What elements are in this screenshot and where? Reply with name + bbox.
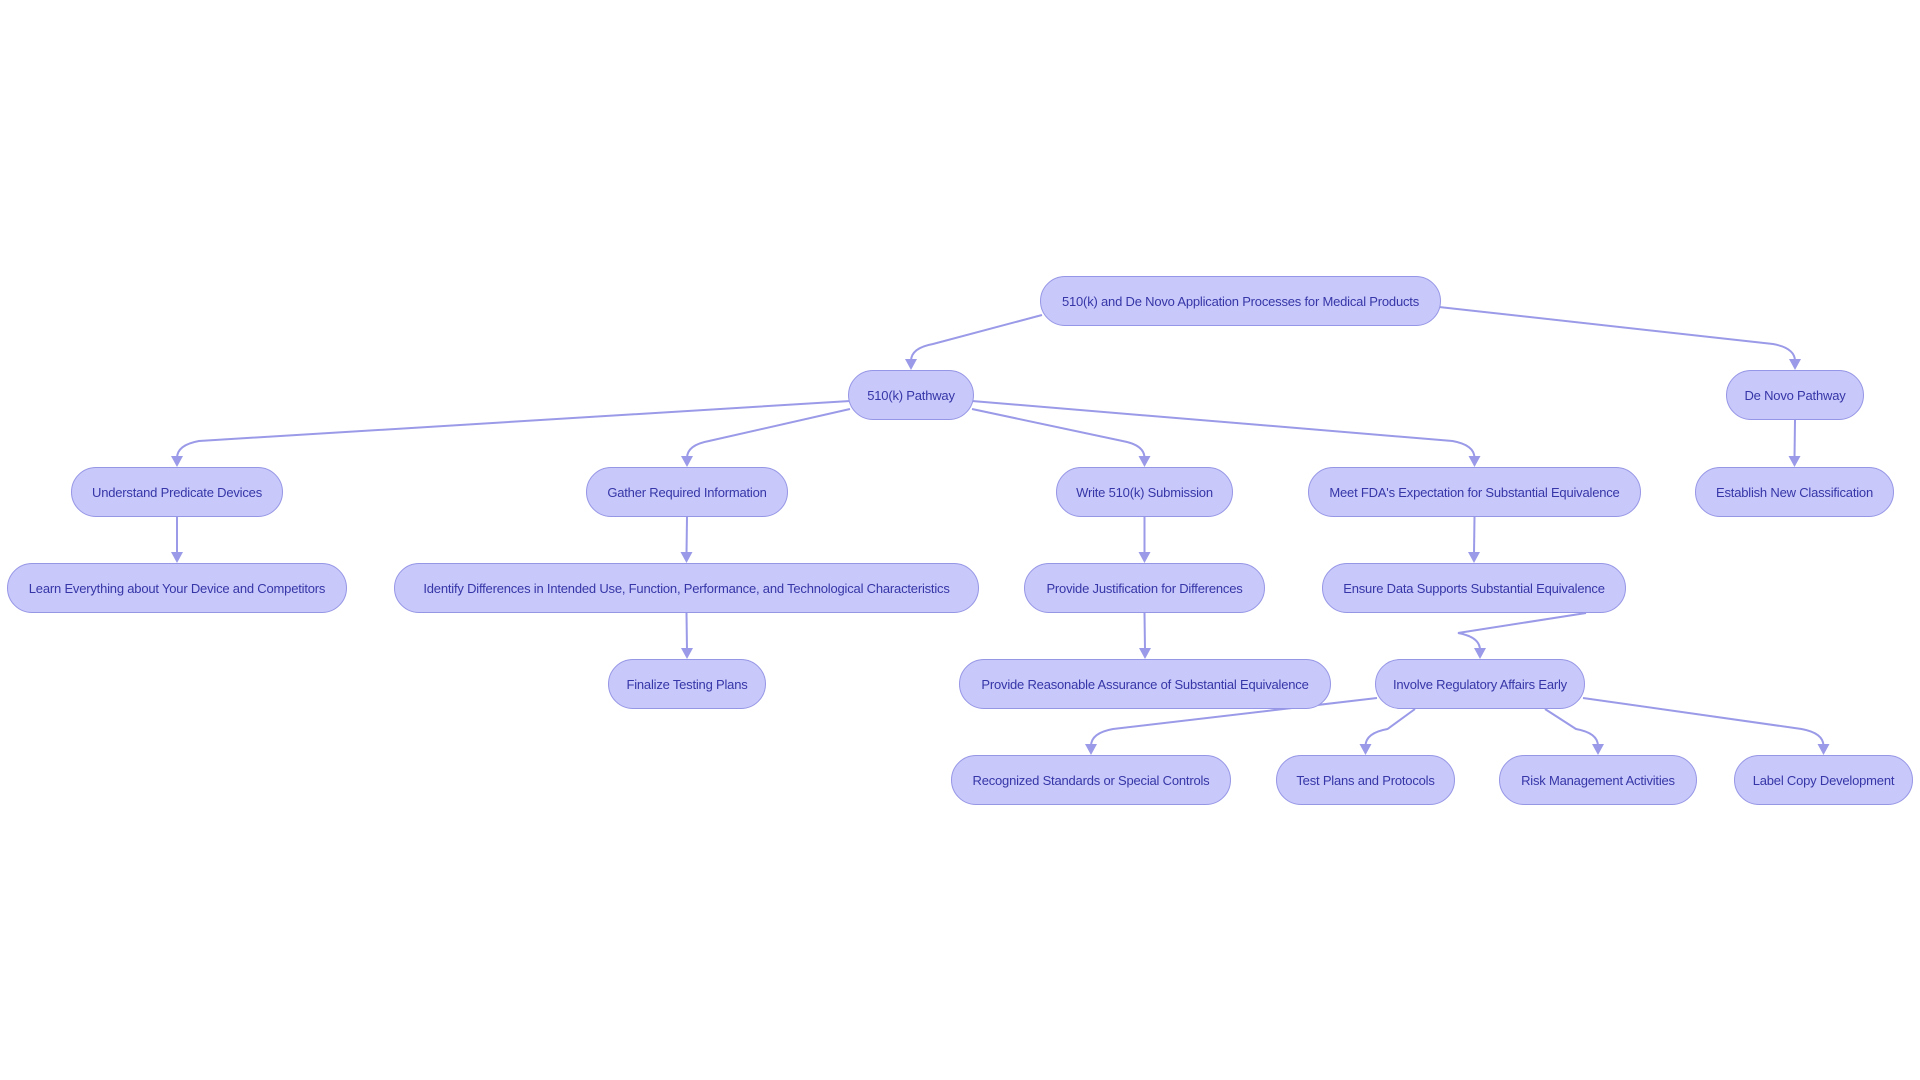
edge-justify-to-assurance: [1143, 612, 1146, 651]
edge-root-to-k510: [910, 314, 1043, 362]
edge-involve-to-testplans: [1364, 708, 1416, 747]
edges-layer: [171, 306, 1830, 755]
arrowhead-icon: [1138, 552, 1151, 563]
arrowhead-icon: [171, 552, 183, 563]
edge-denovo-to-establish: [1793, 419, 1796, 459]
node-write-510k-submission[interactable]: Write 510(k) Submission: [1056, 467, 1233, 517]
edge-ensure-to-involve: [1457, 612, 1587, 651]
arrowhead-icon: [1139, 648, 1151, 659]
node-label-copy-development[interactable]: Label Copy Development: [1734, 755, 1913, 805]
node-risk-management[interactable]: Risk Management Activities: [1499, 755, 1697, 805]
arrowhead-icon: [681, 648, 693, 659]
arrowhead-icon: [1788, 456, 1801, 467]
arrowhead-icon: [680, 552, 693, 563]
node-root[interactable]: 510(k) and De Novo Application Processes…: [1040, 276, 1441, 326]
arrowhead-icon: [1474, 648, 1486, 659]
diagram-canvas: 510(k) and De Novo Application Processes…: [0, 0, 1920, 1080]
arrowhead-icon: [1085, 744, 1097, 755]
edge-involve-to-labelcopy: [1582, 697, 1825, 747]
edge-involve-to-risk: [1544, 708, 1599, 747]
edge-k510-to-gather: [686, 408, 851, 459]
arrowhead-icon: [171, 456, 183, 467]
edge-k510-to-understand: [176, 400, 851, 459]
edge-root-to-denovo: [1438, 306, 1796, 362]
arrowhead-icon: [1468, 552, 1480, 563]
arrowhead-icon: [1468, 456, 1481, 467]
node-learn-everything[interactable]: Learn Everything about Your Device and C…: [7, 563, 347, 613]
node-involve-regulatory-affairs[interactable]: Involve Regulatory Affairs Early: [1375, 659, 1585, 709]
edge-gather-to-identify: [685, 516, 688, 555]
node-understand-predicate-devices[interactable]: Understand Predicate Devices: [71, 467, 283, 517]
arrowhead-icon: [1789, 359, 1801, 370]
arrowhead-icon: [681, 456, 693, 467]
edge-k510-to-write: [971, 408, 1146, 459]
edge-identify-to-finalize: [685, 612, 688, 651]
arrowhead-icon: [1359, 744, 1372, 755]
node-meet-fda-expectation[interactable]: Meet FDA's Expectation for Substantial E…: [1308, 467, 1641, 517]
node-recognized-standards[interactable]: Recognized Standards or Special Controls: [951, 755, 1231, 805]
node-finalize-testing-plans[interactable]: Finalize Testing Plans: [608, 659, 766, 709]
arrowhead-icon: [1138, 456, 1151, 467]
node-de-novo-pathway[interactable]: De Novo Pathway: [1726, 370, 1864, 420]
node-provide-reasonable-assurance[interactable]: Provide Reasonable Assurance of Substant…: [959, 659, 1331, 709]
node-provide-justification[interactable]: Provide Justification for Differences: [1024, 563, 1265, 613]
node-510k-pathway[interactable]: 510(k) Pathway: [848, 370, 974, 420]
arrowhead-icon: [1592, 744, 1604, 755]
edge-k510-to-meet: [971, 400, 1476, 459]
node-ensure-data-supports[interactable]: Ensure Data Supports Substantial Equival…: [1322, 563, 1626, 613]
node-gather-required-information[interactable]: Gather Required Information: [586, 467, 788, 517]
node-test-plans-protocols[interactable]: Test Plans and Protocols: [1276, 755, 1455, 805]
node-identify-differences[interactable]: Identify Differences in Intended Use, Fu…: [394, 563, 979, 613]
arrowhead-icon: [1817, 744, 1830, 755]
edge-meet-to-ensure: [1473, 516, 1476, 555]
node-establish-new-classification[interactable]: Establish New Classification: [1695, 467, 1894, 517]
arrowhead-icon: [905, 359, 917, 370]
